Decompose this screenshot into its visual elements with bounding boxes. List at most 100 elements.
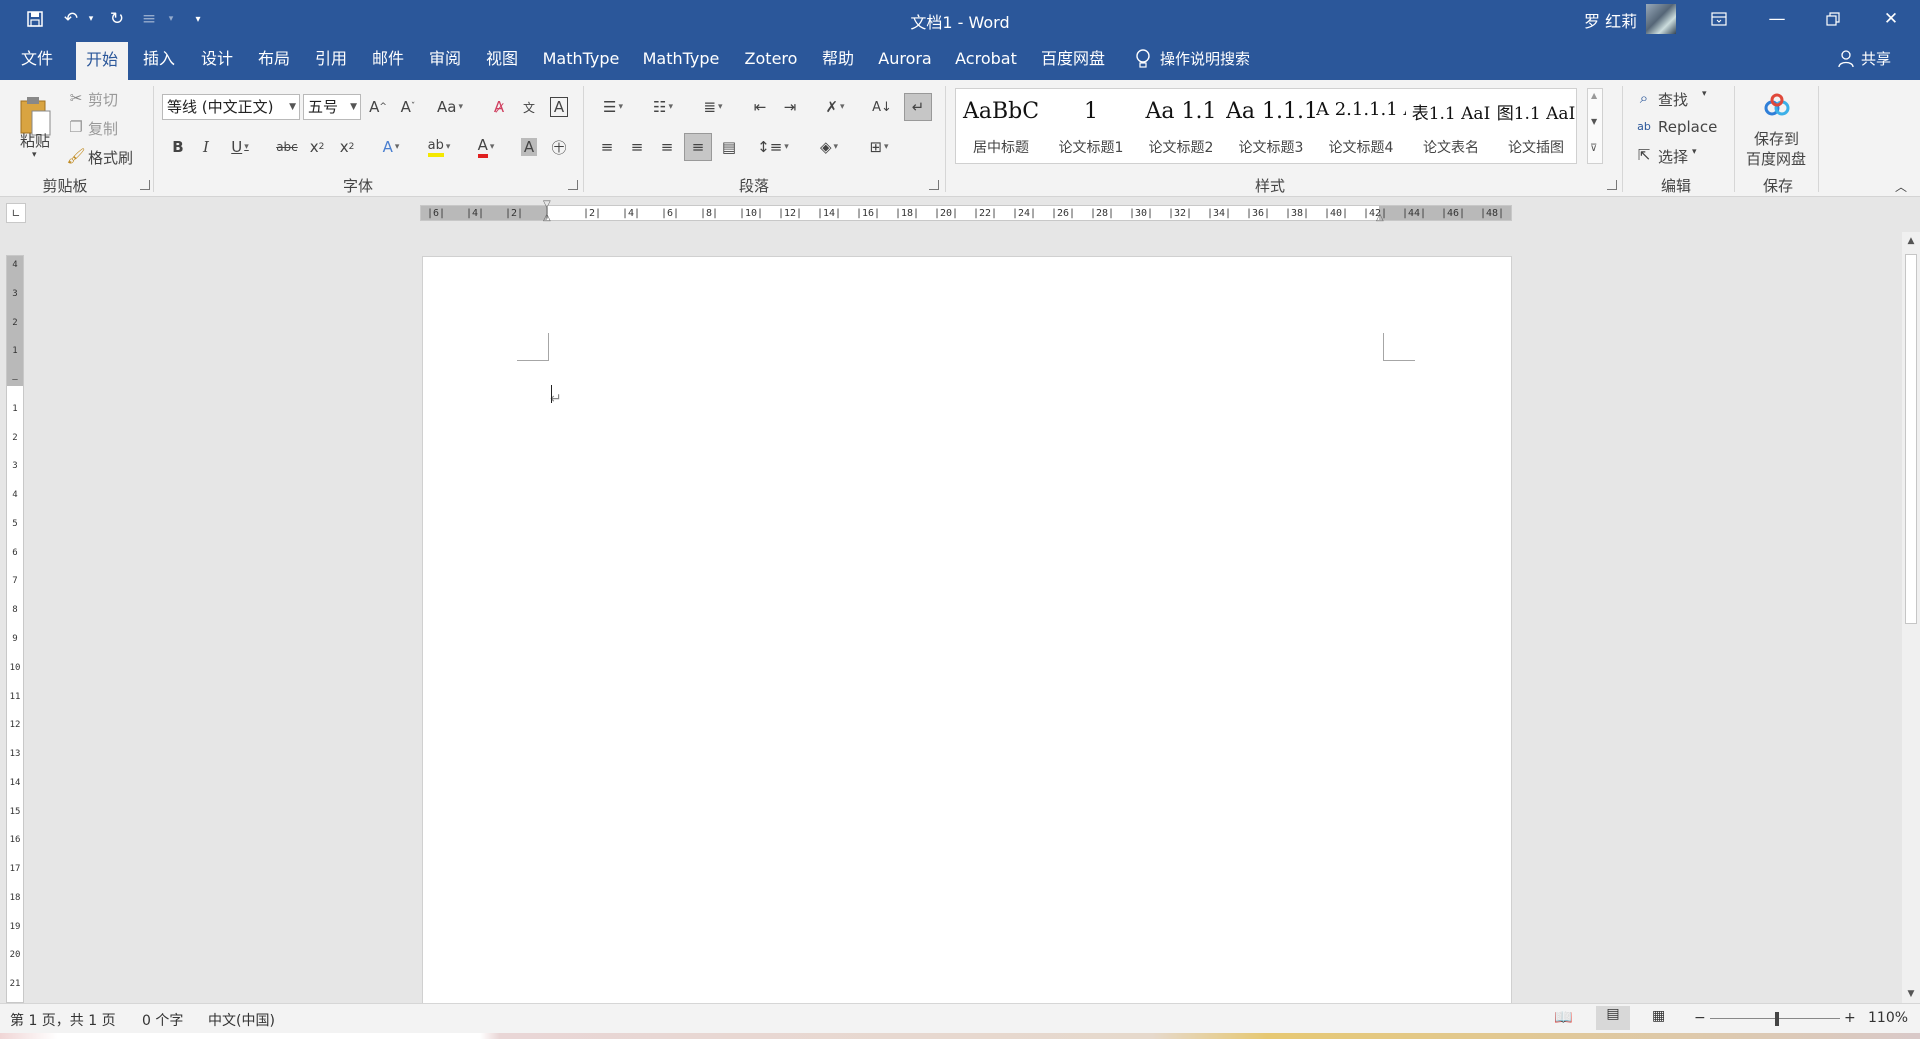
tab-mailings[interactable]: 邮件: [365, 38, 411, 80]
find-label[interactable]: 查找: [1658, 89, 1688, 110]
search-icon[interactable]: ⌕: [1634, 88, 1654, 108]
paste-dropdown-icon[interactable]: ▾: [32, 150, 37, 160]
tab-aurora[interactable]: Aurora: [874, 38, 936, 80]
print-layout-icon[interactable]: ▤: [1596, 1006, 1630, 1030]
shrink-font-icon[interactable]: Aˇ: [396, 94, 420, 120]
strikethrough-icon[interactable]: abc: [274, 134, 300, 160]
vertical-scrollbar[interactable]: ▲ ▼: [1902, 232, 1920, 1003]
tab-mathtype-1[interactable]: MathType: [538, 38, 624, 80]
enclose-characters-icon[interactable]: ㊉: [546, 134, 572, 160]
shading-icon[interactable]: ◈ ▾: [808, 134, 850, 160]
word-count[interactable]: 0 个字: [142, 1010, 183, 1030]
sort-icon[interactable]: A↓: [868, 94, 896, 120]
styles-launcher-icon[interactable]: [1607, 180, 1617, 190]
font-launcher-icon[interactable]: [568, 180, 578, 190]
cut-label[interactable]: 剪切: [88, 89, 118, 110]
numbering-icon[interactable]: ☷ ▾: [642, 94, 684, 120]
increase-indent-icon[interactable]: ⇥: [776, 94, 804, 120]
language-status[interactable]: 中文(中国): [208, 1010, 275, 1030]
tab-insert[interactable]: 插入: [136, 38, 182, 80]
text-effects-icon[interactable]: A ▾: [372, 134, 410, 160]
avatar[interactable]: [1646, 4, 1676, 34]
italic-icon[interactable]: I: [194, 134, 218, 160]
select-cursor-icon[interactable]: ⇱: [1634, 145, 1654, 165]
borders-icon[interactable]: ⊞ ▾: [858, 134, 900, 160]
style-item-centered-title[interactable]: AaBbC 居中标题: [956, 89, 1046, 163]
paragraph-launcher-icon[interactable]: [929, 180, 939, 190]
tab-design[interactable]: 设计: [194, 38, 240, 80]
horizontal-ruler[interactable]: |6| |4| |2| │ |2| |4| |6| |8| |10| |12| |14| |16| |1…: [420, 205, 1512, 221]
character-shading-icon[interactable]: A: [516, 134, 542, 160]
document-page[interactable]: ↵: [422, 256, 1512, 1016]
show-marks-icon[interactable]: ↵: [904, 93, 932, 121]
decrease-indent-icon[interactable]: ⇤: [746, 94, 774, 120]
font-name-dropdown[interactable]: 等线 (中文正文) ▼: [162, 94, 300, 120]
tab-baidu-netdisk[interactable]: 百度网盘: [1036, 38, 1110, 80]
share-person-icon[interactable]: [1836, 48, 1856, 70]
multilevel-list-icon[interactable]: ≣ ▾: [692, 94, 734, 120]
align-left-icon[interactable]: ≡: [594, 134, 620, 160]
asian-layout-icon[interactable]: ✗ ▾: [814, 94, 856, 120]
select-label[interactable]: 选择: [1658, 146, 1688, 167]
justify-icon[interactable]: ≡: [684, 133, 712, 161]
scroll-down-icon[interactable]: ▼: [1902, 985, 1920, 1003]
tab-home[interactable]: 开始: [76, 42, 128, 80]
baidu-label[interactable]: 百度网盘: [1746, 148, 1806, 169]
zoom-in-icon[interactable]: +: [1844, 1010, 1856, 1026]
zoom-level[interactable]: 110%: [1868, 1010, 1908, 1026]
cut-icon[interactable]: ✂: [66, 88, 86, 108]
tab-mathtype-2[interactable]: MathType: [638, 38, 724, 80]
character-border-icon[interactable]: A: [546, 94, 572, 120]
restore-icon[interactable]: [1810, 0, 1856, 38]
share-button[interactable]: 共享: [1856, 38, 1896, 80]
tab-zotero[interactable]: Zotero: [738, 38, 804, 80]
superscript-icon[interactable]: x2: [334, 134, 360, 160]
style-item-heading4[interactable]: A 2.1.1.1 A 论文标题4: [1316, 89, 1406, 163]
font-color-icon[interactable]: A ▾: [466, 134, 506, 160]
format-painter-label[interactable]: 格式刷: [88, 147, 133, 168]
vertical-ruler[interactable]: 4 3 2 1—1 2 3 4 5 6 7 8 9 10 11 12 13 14 15 16 17 18 19 20 21: [6, 255, 24, 1003]
copy-icon[interactable]: ❐: [66, 117, 86, 137]
scroll-down-icon[interactable]: ▼: [1591, 117, 1597, 126]
style-item-heading3[interactable]: Aa 1.1.1 论文标题3: [1226, 89, 1316, 163]
tab-layout[interactable]: 布局: [251, 38, 297, 80]
save-to-label[interactable]: 保存到: [1754, 128, 1799, 149]
font-size-dropdown[interactable]: 五号 ▼: [303, 94, 361, 120]
replace-label[interactable]: Replace: [1658, 118, 1717, 136]
style-item-figure[interactable]: 图1.1 AaI 论文插图: [1496, 89, 1576, 163]
right-indent-icon[interactable]: △: [1376, 212, 1384, 223]
read-mode-icon[interactable]: 📖: [1554, 1008, 1573, 1026]
tab-review[interactable]: 审阅: [422, 38, 468, 80]
distributed-icon[interactable]: ▤: [716, 134, 742, 160]
format-painter-icon[interactable]: 🖌: [66, 146, 86, 166]
ribbon-display-options-icon[interactable]: [1696, 0, 1742, 38]
clear-formatting-icon[interactable]: A̷: [486, 94, 512, 120]
first-line-indent-icon[interactable]: ▽: [543, 199, 551, 210]
select-dropdown-icon[interactable]: ▾: [1692, 147, 1697, 157]
user-name[interactable]: 罗 红莉: [1584, 8, 1637, 32]
minimize-icon[interactable]: —: [1754, 0, 1800, 38]
phonetic-guide-icon[interactable]: 文: [516, 94, 542, 120]
underline-icon[interactable]: U ▾: [222, 134, 258, 160]
style-item-heading1[interactable]: 1 论文标题1: [1046, 89, 1136, 163]
paste-label[interactable]: 粘贴: [20, 130, 50, 151]
subscript-icon[interactable]: x2: [304, 134, 330, 160]
zoom-out-icon[interactable]: −: [1694, 1010, 1706, 1026]
grow-font-icon[interactable]: A ^: [366, 94, 390, 120]
change-case-icon[interactable]: Aa ▾: [432, 94, 468, 120]
scroll-up-icon[interactable]: ▲: [1902, 232, 1920, 250]
web-layout-icon[interactable]: ▦: [1652, 1008, 1665, 1024]
tab-acrobat[interactable]: Acrobat: [950, 38, 1022, 80]
page-count[interactable]: 第 1 页，共 1 页: [10, 1010, 116, 1030]
highlight-icon[interactable]: ab ▾: [418, 134, 460, 160]
replace-icon[interactable]: ab: [1634, 116, 1654, 136]
scroll-up-icon[interactable]: ▲: [1591, 91, 1597, 100]
tell-me-search[interactable]: 操作说明搜索: [1160, 38, 1264, 80]
copy-label[interactable]: 复制: [88, 118, 118, 139]
line-spacing-icon[interactable]: ↕≡ ▾: [752, 134, 794, 160]
zoom-slider-thumb[interactable]: [1775, 1012, 1779, 1026]
styles-gallery-scroll[interactable]: ▲ ▼ ⊽: [1587, 88, 1603, 164]
more-styles-icon[interactable]: ⊽: [1590, 143, 1597, 154]
close-icon[interactable]: ✕: [1868, 0, 1914, 38]
align-right-icon[interactable]: ≡: [654, 134, 680, 160]
